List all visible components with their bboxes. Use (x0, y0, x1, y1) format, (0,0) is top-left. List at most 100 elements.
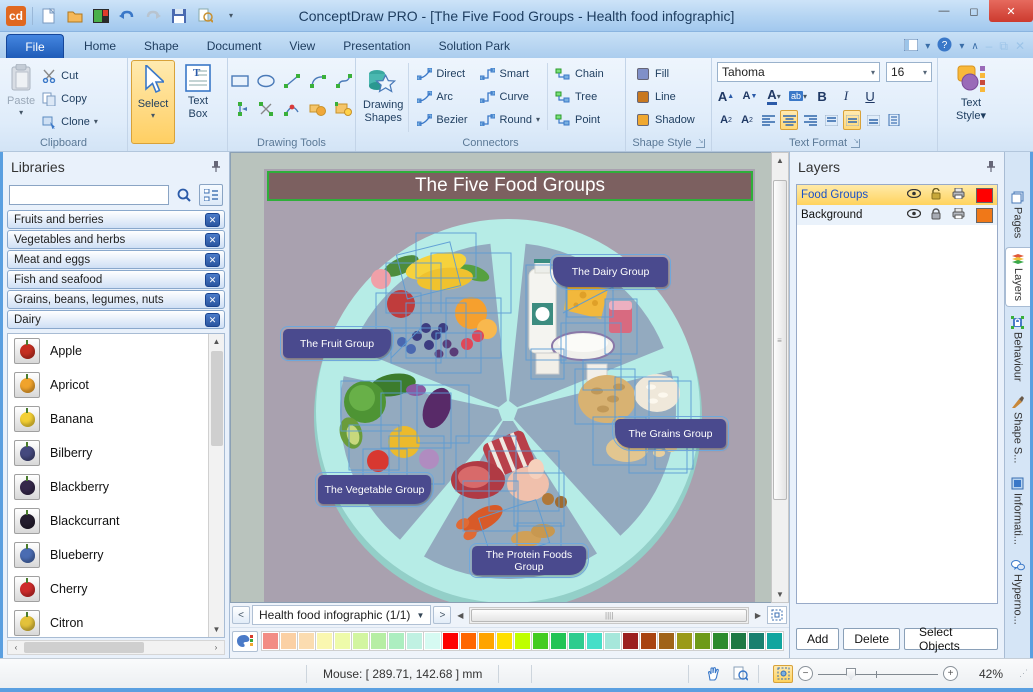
ribbon-tab[interactable]: View (275, 35, 329, 58)
palette-swatch[interactable] (351, 631, 370, 651)
connector-button[interactable]: Curve (478, 85, 542, 108)
close-library-icon[interactable]: ✕ (205, 252, 220, 267)
pan-tool-button[interactable] (701, 664, 725, 684)
ribbon-tab[interactable]: Presentation (329, 35, 424, 58)
clone-button[interactable]: Clone ▾ (39, 110, 100, 133)
text-format-dialog-launcher[interactable]: ↘ (851, 138, 861, 148)
connector-button[interactable]: Chain (553, 62, 606, 85)
undo-button[interactable] (117, 6, 137, 26)
palette-swatch[interactable] (441, 631, 460, 651)
connector-button[interactable]: Direct (414, 62, 469, 85)
fit-page-button[interactable] (767, 606, 787, 624)
minimize-button[interactable]: — (929, 0, 959, 22)
layer-print-icon[interactable] (948, 207, 968, 222)
palette-swatch[interactable] (585, 631, 604, 651)
library-tab[interactable]: Fruits and berries ✕ (7, 210, 225, 229)
library-item[interactable]: Citron (8, 606, 208, 637)
drawing-canvas[interactable]: The Five Food Groups The Dairy Group The… (230, 152, 771, 603)
underline-button[interactable]: U (861, 86, 879, 106)
mdi-minimize-icon[interactable]: ‒ (986, 39, 993, 53)
solution-panel-button[interactable] (91, 6, 111, 26)
library-tab[interactable]: Fish and seafood ✕ (7, 270, 225, 289)
arc-tool-button[interactable] (307, 70, 329, 92)
library-item[interactable]: Apricot (8, 368, 208, 402)
merge-shapes-tool-button[interactable] (307, 98, 329, 120)
paste-button[interactable]: Paste ▾ (3, 60, 39, 119)
mdi-restore-icon[interactable]: ⧉ (999, 39, 1008, 54)
layer-row-background[interactable]: Background (797, 205, 997, 225)
font-family-combo[interactable]: Tahoma ▾ (717, 62, 880, 82)
panel-layout-icon[interactable] (903, 38, 919, 54)
palette-swatch[interactable] (639, 631, 658, 651)
pin-icon[interactable] (986, 159, 996, 175)
align-top-button[interactable] (822, 110, 840, 130)
palette-swatch[interactable] (369, 631, 388, 651)
text-box-button[interactable]: T Text Box (181, 60, 215, 122)
align-middle-button[interactable] (843, 110, 861, 130)
scroll-left-icon[interactable]: ‹ (8, 641, 24, 654)
library-tree-view-button[interactable] (199, 184, 223, 206)
align-right-button[interactable] (801, 110, 819, 130)
mdi-close-icon[interactable]: ✕ (1015, 39, 1025, 53)
palette-swatch[interactable] (387, 631, 406, 651)
save-button[interactable] (169, 6, 189, 26)
palette-swatch[interactable] (279, 631, 298, 651)
italic-button[interactable]: I (837, 86, 855, 106)
grains-group-label[interactable]: The Grains Group (612, 416, 729, 451)
convert-shape-tool-button[interactable] (333, 98, 355, 120)
scroll-right-icon[interactable]: ▶ (751, 608, 765, 623)
layer-visible-icon[interactable] (904, 208, 924, 221)
palette-swatch[interactable] (297, 631, 316, 651)
highlight-color-button[interactable]: ab ▾ (789, 86, 807, 106)
palette-settings-button[interactable] (232, 630, 258, 652)
open-document-button[interactable] (65, 6, 85, 26)
subscript-button[interactable]: A2 (738, 110, 756, 130)
align-left-button[interactable] (759, 110, 777, 130)
ribbon-tab[interactable]: Shape (130, 35, 193, 58)
connector-button[interactable]: Point (553, 108, 606, 131)
page-selector[interactable]: Health food infographic (1/1) ▼ (252, 605, 432, 625)
ribbon-tab[interactable]: Document (193, 35, 276, 58)
palette-swatch[interactable] (603, 631, 622, 651)
align-center-button[interactable] (780, 110, 798, 130)
shrink-font-button[interactable]: A ▼ (741, 86, 759, 106)
bold-button[interactable]: B (813, 86, 831, 106)
select-objects-button[interactable]: Select Objects (904, 625, 998, 653)
library-item[interactable]: Cherry (8, 572, 208, 606)
dairy-group-label[interactable]: The Dairy Group (550, 254, 671, 290)
ellipse-tool-button[interactable] (255, 70, 277, 92)
zoom-in-button[interactable]: + (943, 666, 958, 681)
layer-color-swatch[interactable] (976, 187, 993, 203)
close-library-icon[interactable]: ✕ (205, 312, 220, 327)
palette-swatch[interactable] (747, 631, 766, 651)
protein-group-label[interactable]: The Protein Foods Group (469, 543, 589, 578)
zoom-slider[interactable] (818, 667, 938, 681)
palette-swatch[interactable] (531, 631, 550, 651)
infographic-title[interactable]: The Five Food Groups (267, 171, 753, 201)
close-library-icon[interactable]: ✕ (205, 232, 220, 247)
align-bottom-button[interactable] (864, 110, 882, 130)
palette-swatch[interactable] (549, 631, 568, 651)
palette-swatch[interactable] (657, 631, 676, 651)
copy-button[interactable]: Copy (39, 87, 100, 110)
tab-file[interactable]: File (6, 34, 64, 58)
cut-button[interactable]: Cut (39, 64, 100, 87)
palette-swatch[interactable] (261, 631, 280, 651)
library-search-input[interactable] (9, 185, 169, 205)
previous-page-button[interactable]: < (232, 606, 250, 624)
tab-hypernote[interactable]: Hyperno... (1005, 554, 1030, 630)
library-tab[interactable]: Vegetables and herbs ✕ (7, 230, 225, 249)
scroll-left-icon[interactable]: ◀ (453, 608, 467, 623)
palette-swatch[interactable] (711, 631, 730, 651)
app-logo-icon[interactable]: cd (6, 5, 26, 26)
layer-visible-icon[interactable] (904, 188, 924, 201)
library-item[interactable]: Blackberry (8, 470, 208, 504)
vegetable-group-label[interactable]: The Vegetable Group (315, 472, 434, 507)
palette-swatch[interactable] (405, 631, 424, 651)
print-preview-button[interactable] (195, 6, 215, 26)
palette-swatch[interactable] (423, 631, 442, 651)
help-icon[interactable]: ? (937, 37, 952, 55)
library-item[interactable]: Blueberry (8, 538, 208, 572)
palette-swatch[interactable] (495, 631, 514, 651)
shape-style-button[interactable]: Line (633, 85, 697, 108)
